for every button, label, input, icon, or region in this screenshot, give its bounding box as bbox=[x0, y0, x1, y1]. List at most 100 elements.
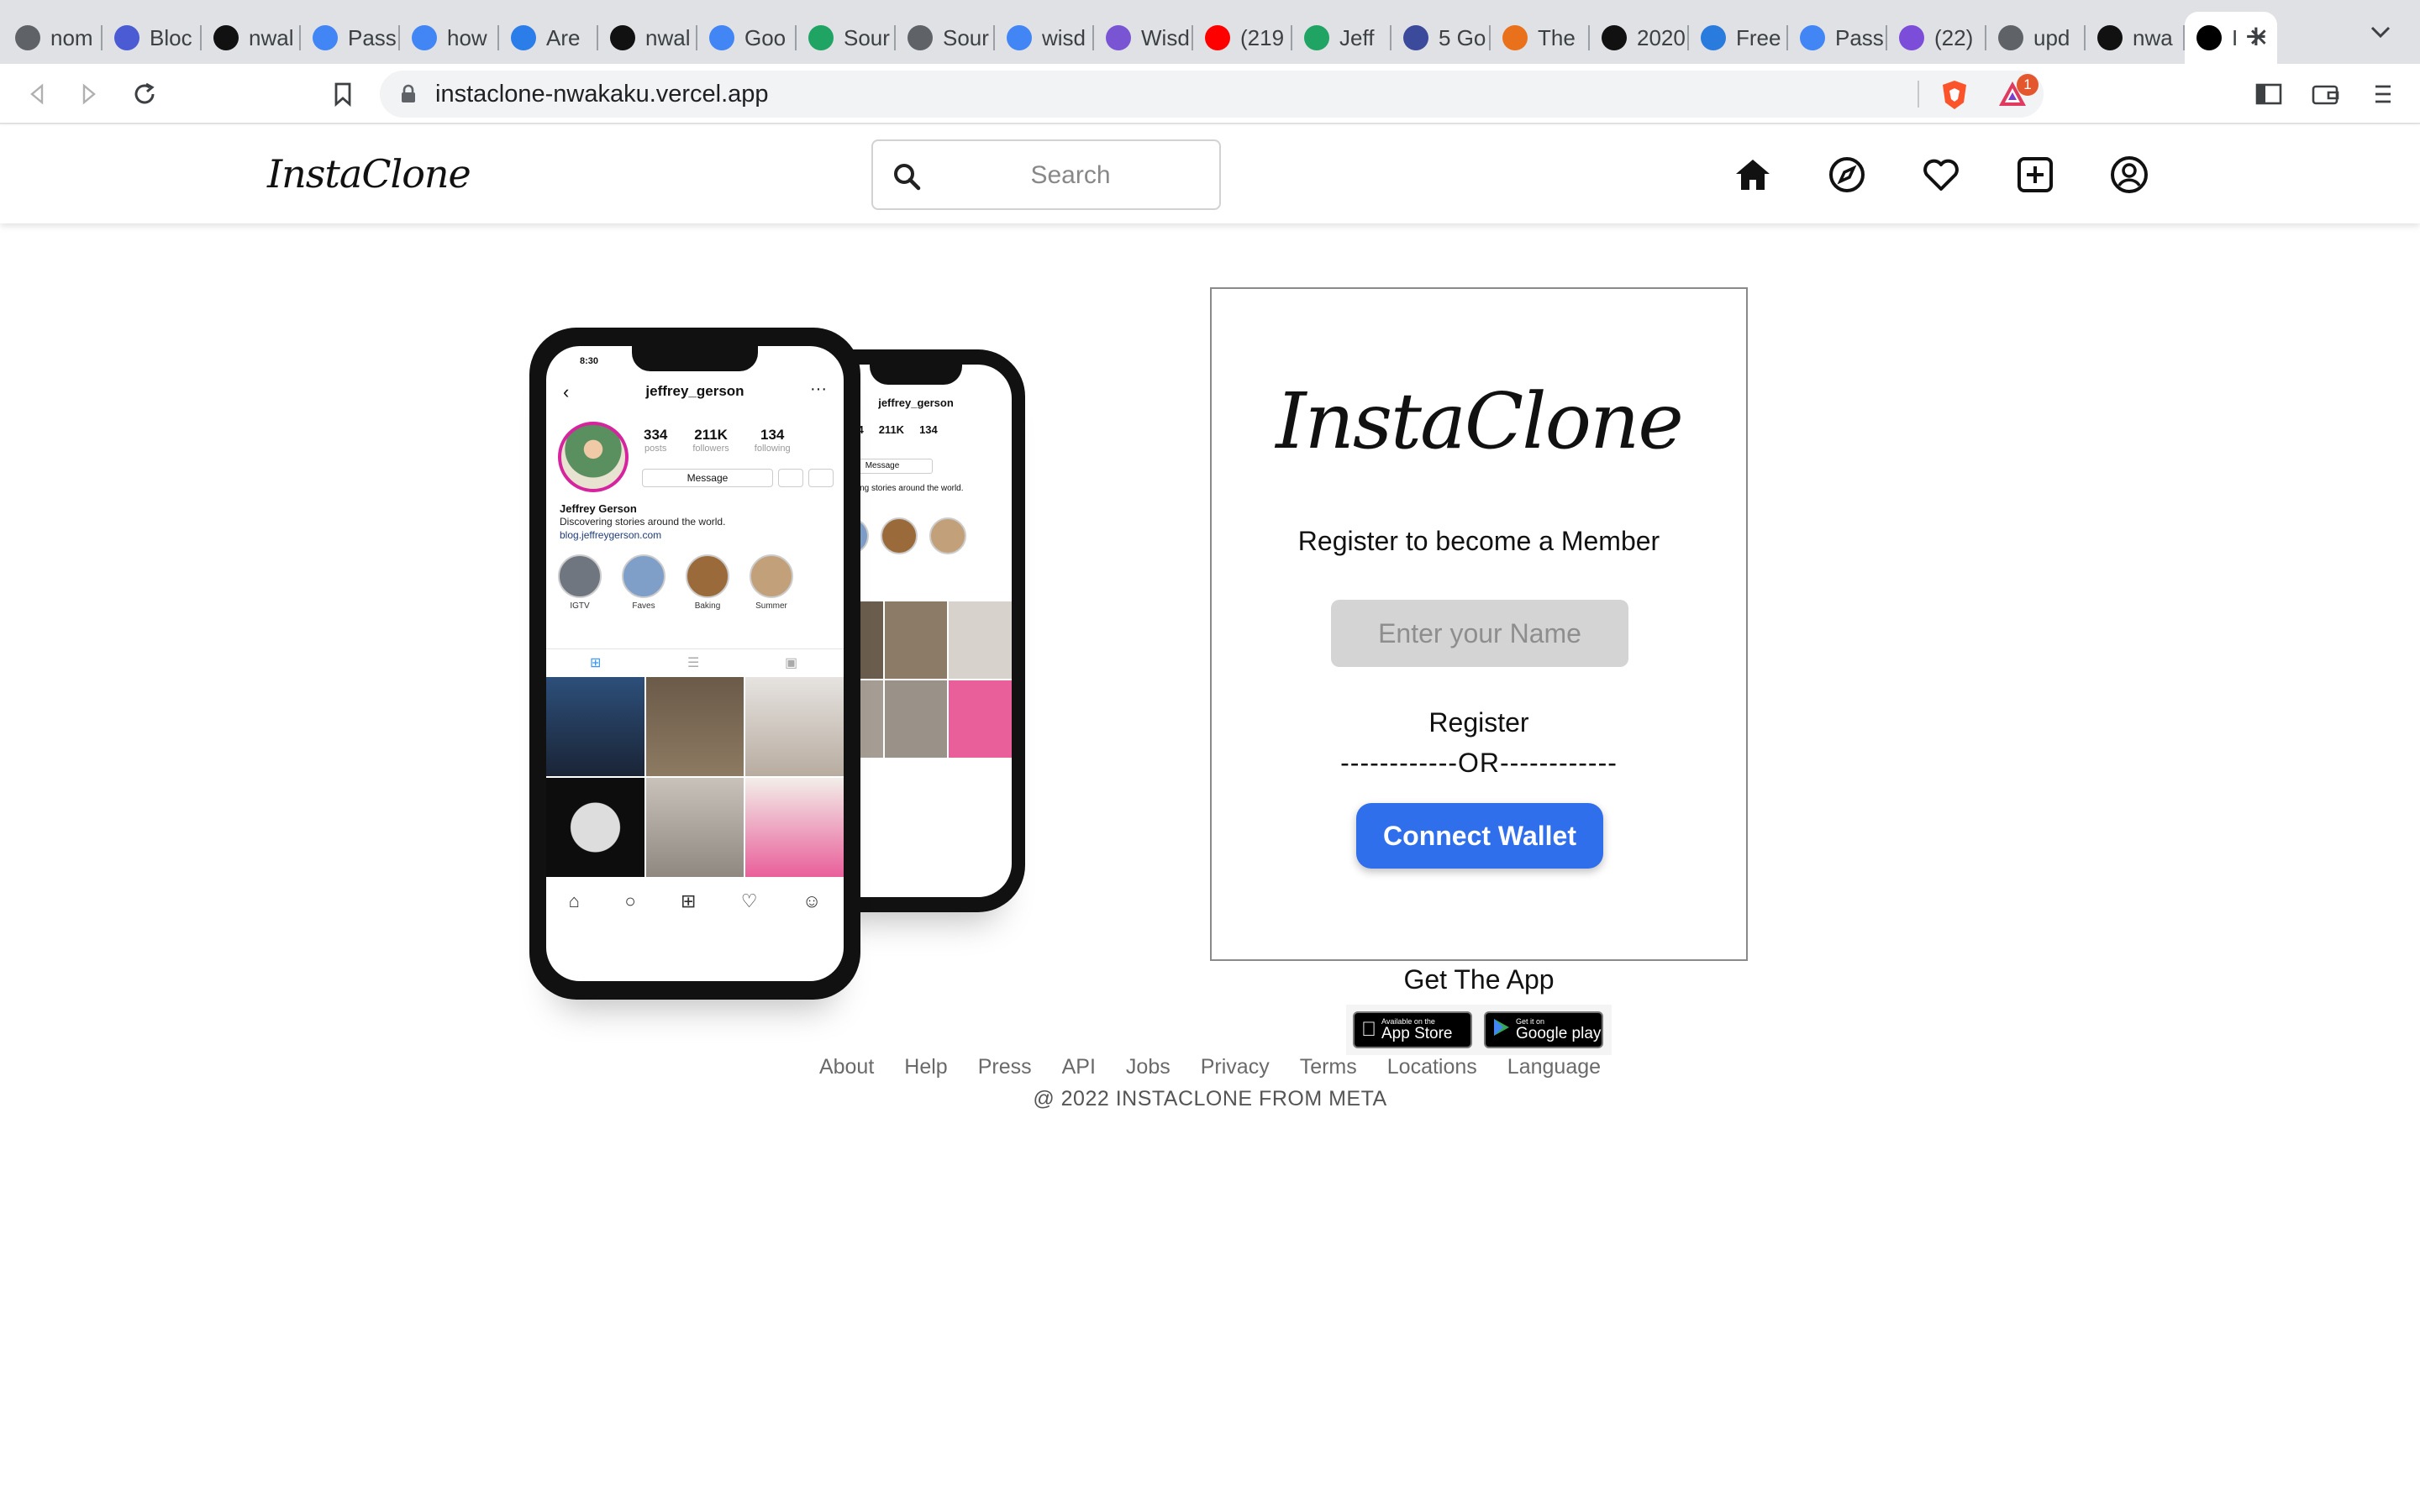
highlight-summer: Summer bbox=[748, 554, 795, 611]
browser-tab[interactable]: Goo bbox=[697, 12, 797, 64]
browser-tab-label: Jeff bbox=[1339, 24, 1375, 50]
browser-tab-label: upd bbox=[2033, 24, 2070, 50]
footer-link-language[interactable]: Language bbox=[1507, 1055, 1601, 1079]
browser-tab-label: Are bbox=[546, 24, 581, 50]
browser-tab[interactable]: Pass bbox=[301, 12, 400, 64]
browser-tab[interactable]: (22) bbox=[1887, 12, 1986, 64]
app-store-badge[interactable]:  Available on theApp Store bbox=[1353, 1011, 1472, 1048]
browser-tab[interactable]: upd bbox=[1986, 12, 2086, 64]
browser-tab[interactable]: Free bbox=[1689, 12, 1788, 64]
browser-tab[interactable]: Pass bbox=[1788, 12, 1887, 64]
rewards-badge: 1 bbox=[2017, 74, 2039, 96]
forward-icon[interactable] bbox=[74, 79, 104, 109]
front-phone: 8:30 ‹ jeffrey_gerson ··· 334 posts 211K f… bbox=[529, 328, 860, 1000]
search-input[interactable] bbox=[940, 156, 1201, 195]
shield-icon bbox=[1403, 25, 1428, 50]
phone-time: 8:30 bbox=[580, 356, 599, 366]
get-app-title: Get The App bbox=[1403, 964, 1555, 995]
highlight-igtv: IGTV bbox=[556, 554, 603, 611]
google-play-badge[interactable]: Get it on Google play bbox=[1484, 1011, 1603, 1048]
browser-tab[interactable]: nwal bbox=[598, 12, 697, 64]
play-big-text: Google play bbox=[1516, 1025, 1602, 1042]
footer-link-locations[interactable]: Locations bbox=[1387, 1055, 1477, 1079]
browser-toolbar: instaclone-nwakaku.vercel.app 1 bbox=[0, 64, 2420, 124]
browser-tab-strip: nom Bloc nwal Pass how Are nwal Goo Sour Sour wisd… bbox=[0, 0, 2420, 64]
browser-tab[interactable]: nwa bbox=[2086, 12, 2185, 64]
browser-tab-label: wisd bbox=[1042, 24, 1086, 50]
footer-link-privacy[interactable]: Privacy bbox=[1201, 1055, 1270, 1079]
nbc-icon bbox=[1502, 25, 1528, 50]
github-icon bbox=[2097, 25, 2123, 50]
browser-tab[interactable]: nom bbox=[3, 12, 103, 64]
browser-tab[interactable]: Wisd bbox=[1094, 12, 1193, 64]
browser-tab[interactable]: 5 Go bbox=[1392, 12, 1491, 64]
phone-profile-tabs: ⊞ ☰ ▣ bbox=[546, 648, 844, 677]
phone-add-icon: ⊞ bbox=[680, 890, 697, 911]
browser-tab-label: Wisd bbox=[1141, 24, 1190, 50]
lock-icon bbox=[400, 84, 417, 108]
new-post-icon[interactable] bbox=[2012, 151, 2059, 198]
phone-profile-name: Jeffrey Gerson bbox=[560, 502, 637, 515]
browser-tab[interactable]: The bbox=[1491, 12, 1590, 64]
browser-tab-label: Bloc bbox=[150, 24, 192, 50]
browser-tab-label: The bbox=[1538, 24, 1576, 50]
footer-link-jobs[interactable]: Jobs bbox=[1126, 1055, 1171, 1079]
tagged-tab-icon: ▣ bbox=[785, 656, 798, 670]
browser-tab-label: Sour bbox=[943, 24, 989, 50]
header-logo[interactable]: InstaClone bbox=[267, 151, 471, 197]
browser-tab[interactable]: 2020 bbox=[1590, 12, 1689, 64]
stat-following: 134 bbox=[919, 423, 938, 436]
heart-icon[interactable] bbox=[1918, 151, 1965, 198]
docs-icon bbox=[1007, 25, 1032, 50]
dropdown-icon bbox=[808, 469, 834, 487]
hexagon-icon bbox=[114, 25, 139, 50]
browser-tab[interactable]: nwal bbox=[202, 12, 301, 64]
register-button[interactable]: Register bbox=[1212, 707, 1746, 738]
browser-tab-label: 5 Go bbox=[1439, 24, 1486, 50]
app-store-big-text: App Store bbox=[1366, 1025, 1453, 1042]
wallet-icon[interactable] bbox=[2311, 79, 2341, 109]
reload-icon[interactable] bbox=[129, 79, 160, 109]
calendar-icon bbox=[1899, 25, 1924, 50]
browser-tab[interactable]: Jeff bbox=[1292, 12, 1392, 64]
profile-icon[interactable] bbox=[2106, 151, 2153, 198]
search-box[interactable] bbox=[871, 139, 1221, 210]
google-icon bbox=[313, 25, 338, 50]
footer-link-press[interactable]: Press bbox=[978, 1055, 1032, 1079]
browser-tab[interactable]: Sour bbox=[797, 12, 896, 64]
footer-link-api[interactable]: API bbox=[1062, 1055, 1096, 1079]
browser-tab[interactable]: Sour bbox=[896, 12, 995, 64]
brave-shield-icon[interactable] bbox=[1939, 79, 1970, 115]
stat-followers: 211K bbox=[878, 423, 905, 436]
address-bar[interactable]: instaclone-nwakaku.vercel.app 1 bbox=[380, 71, 2044, 118]
tab-search-chevron-icon[interactable] bbox=[2370, 24, 2391, 45]
apple-icon:  bbox=[1361, 1018, 1376, 1042]
phone-more-icon: ··· bbox=[810, 380, 827, 398]
browser-tab[interactable]: wisd bbox=[995, 12, 1094, 64]
browser-tab[interactable]: (219 bbox=[1193, 12, 1292, 64]
back-icon[interactable] bbox=[22, 79, 52, 109]
bookmark-icon[interactable] bbox=[328, 79, 358, 109]
menu-icon[interactable] bbox=[2368, 79, 2398, 109]
home-icon[interactable] bbox=[1729, 151, 1776, 198]
footer-link-help[interactable]: Help bbox=[904, 1055, 947, 1079]
browser-tab-label: Goo bbox=[744, 24, 786, 50]
new-tab-button[interactable]: + bbox=[2245, 18, 2267, 55]
browser-tab-label: (219 bbox=[1240, 24, 1285, 50]
browser-tab-label: nwal bbox=[645, 24, 691, 50]
url-text: instaclone-nwakaku.vercel.app bbox=[435, 81, 769, 108]
footer-link-about[interactable]: About bbox=[819, 1055, 874, 1079]
browser-tab[interactable]: how bbox=[400, 12, 499, 64]
explore-icon[interactable] bbox=[1823, 151, 1870, 198]
stat-following-label: following bbox=[754, 444, 791, 454]
u-icon bbox=[1602, 25, 1627, 50]
grid-tab-icon: ⊞ bbox=[590, 656, 602, 670]
name-input[interactable] bbox=[1331, 600, 1628, 667]
footer-link-terms[interactable]: Terms bbox=[1300, 1055, 1357, 1079]
browser-tab[interactable]: Are bbox=[499, 12, 598, 64]
connect-wallet-button[interactable]: Connect Wallet bbox=[1356, 803, 1603, 869]
sidebar-toggle-icon[interactable] bbox=[2254, 79, 2284, 109]
browser-tab[interactable]: Bloc bbox=[103, 12, 202, 64]
vercel-icon bbox=[2196, 25, 2222, 50]
phone-home-icon: ⌂ bbox=[568, 890, 580, 911]
